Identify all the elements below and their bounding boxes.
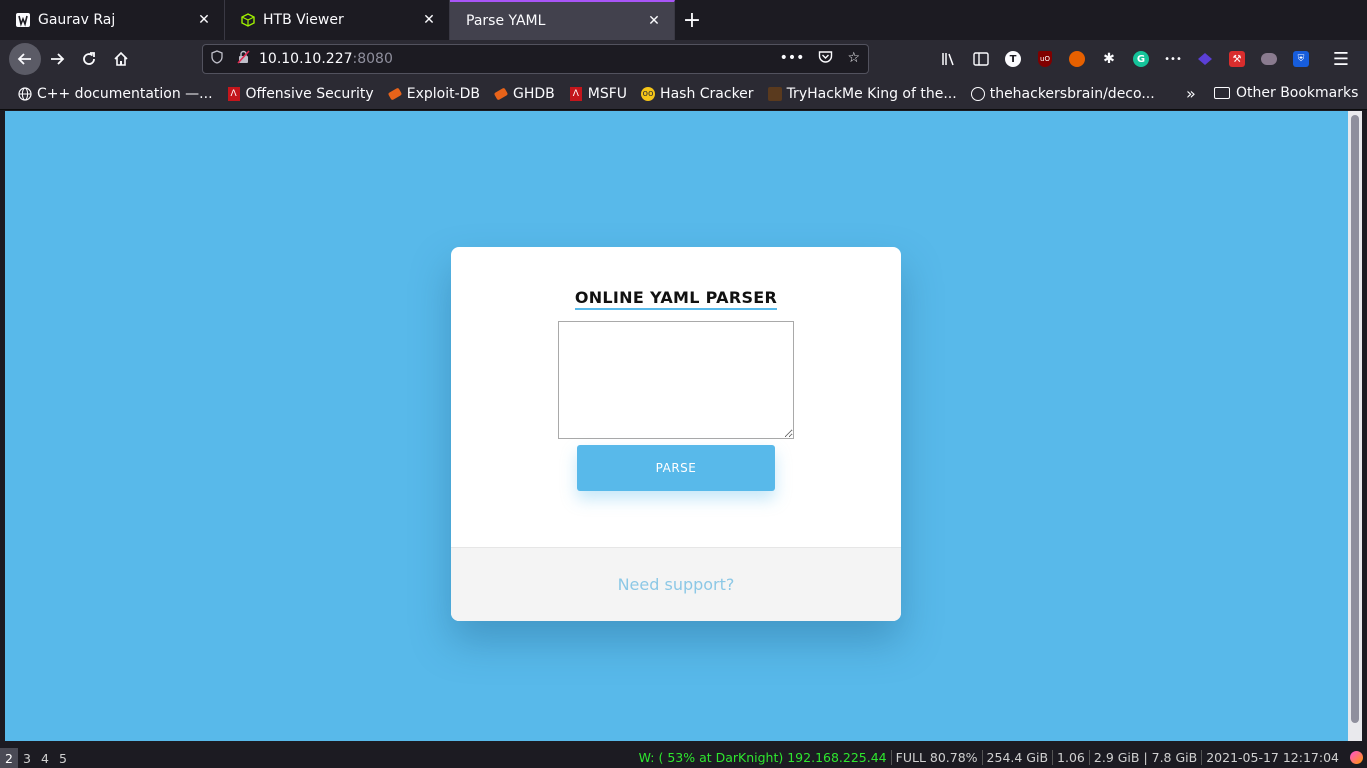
tray-app-icon[interactable] (1350, 751, 1363, 764)
tryhackme-icon (767, 86, 782, 101)
tab-title: HTB Viewer (263, 12, 344, 28)
bookmarks-overflow-icon[interactable]: » (1186, 84, 1196, 103)
disk-status: 254.4 GiB (983, 750, 1054, 765)
cookie-editor-icon[interactable] (1256, 46, 1282, 72)
memory-status: 2.9 GiB | 7.8 GiB (1090, 750, 1203, 765)
hamburger-menu-icon[interactable]: ☰ (1328, 46, 1354, 72)
offsec-icon: Λ (227, 86, 241, 101)
hacktools-icon[interactable]: ⚒ (1224, 46, 1250, 72)
bookmark-label: thehackersbrain/deco... (989, 85, 1155, 102)
battery-status: FULL 80.78% (892, 750, 983, 765)
bookmark-label: Hash Cracker (660, 85, 754, 102)
page-title: ONLINE YAML PARSER (574, 288, 778, 310)
bookmark-item[interactable]: Λ MSFU (569, 86, 627, 102)
cube-icon (241, 13, 255, 27)
layers-extension-icon[interactable] (1192, 46, 1218, 72)
back-button[interactable] (9, 43, 41, 75)
home-button[interactable] (105, 43, 137, 75)
bookmark-item[interactable]: C++ documentation —... (18, 86, 213, 102)
bookmark-item[interactable]: TryHackMe King of the... (767, 85, 957, 102)
tab-title: Parse YAML (466, 13, 546, 29)
home-icon (114, 51, 128, 66)
bookmark-item[interactable]: thehackersbrain/deco... (970, 85, 1155, 102)
navigation-bar: 10.10.10.227:8080 ••• ☆ T uO ✱ G ••• ⚒ ⛨… (0, 40, 1367, 78)
bookmark-label: GHDB (513, 85, 555, 102)
github-icon (970, 86, 985, 101)
need-support-link[interactable]: Need support? (618, 575, 735, 594)
new-tab-button[interactable]: + (675, 0, 709, 40)
url-port: :8080 (352, 51, 393, 67)
other-bookmarks-folder[interactable]: Other Bookmarks (1214, 85, 1358, 101)
bookmark-item[interactable]: Exploit-DB (387, 85, 481, 102)
translate-extension-icon[interactable]: T (1000, 46, 1026, 72)
url-host: 10.10.10.227 (259, 51, 353, 67)
datetime-status: 2021-05-17 12:17:04 (1206, 750, 1339, 765)
arrow-right-icon (51, 53, 65, 65)
wifi-status: W: ( 53% at DarKnight) 192.168.225.44 (635, 750, 892, 765)
other-bookmarks-label: Other Bookmarks (1236, 85, 1359, 101)
workspace-button[interactable]: 5 (54, 748, 72, 768)
ghdb-icon (493, 87, 509, 101)
workspace-button[interactable]: 3 (18, 748, 36, 768)
globe-icon (18, 86, 32, 101)
bookmarks-toolbar: C++ documentation —... Λ Offensive Secur… (0, 78, 1367, 110)
tab-favicon-icon (16, 13, 30, 27)
tab-htb-viewer[interactable]: HTB Viewer ✕ (225, 0, 450, 40)
workspace-button[interactable]: 4 (36, 748, 54, 768)
workspace-button[interactable]: 2 (0, 748, 18, 768)
page-content: ONLINE YAML PARSER PARSE Need support? (5, 111, 1348, 741)
yaml-input[interactable] (558, 321, 794, 439)
hash-cracker-icon: oo (641, 86, 656, 101)
bitwarden-icon[interactable]: ⛨ (1288, 46, 1314, 72)
exploitdb-icon (387, 87, 402, 101)
folder-icon (1214, 87, 1230, 99)
foxyproxy-icon[interactable] (1064, 46, 1090, 72)
bookmark-star-icon[interactable]: ☆ (847, 50, 860, 68)
dots-extension-icon[interactable]: ••• (1160, 46, 1186, 72)
address-bar[interactable]: 10.10.10.227:8080 ••• ☆ (202, 44, 869, 74)
bookmark-item[interactable]: Λ Offensive Security (227, 86, 374, 102)
close-tab-icon[interactable]: ✕ (196, 12, 212, 28)
tracking-shield-icon[interactable] (211, 50, 227, 68)
insecure-lock-icon[interactable] (237, 50, 253, 68)
bookmark-label: MSFU (587, 85, 628, 102)
reload-button[interactable] (73, 43, 105, 75)
desktop-status-bar: 2 3 4 5 W: ( 53% at DarKnight) 192.168.2… (0, 748, 1367, 768)
forward-button[interactable] (41, 43, 73, 75)
vertical-scrollbar[interactable] (1348, 111, 1362, 741)
close-tab-icon[interactable]: ✕ (421, 12, 437, 28)
grammarly-icon[interactable]: G (1128, 46, 1154, 72)
bookmark-label: Exploit-DB (406, 85, 481, 102)
library-icon[interactable] (936, 46, 962, 72)
page-actions-icon[interactable]: ••• (780, 50, 805, 68)
bookmark-label: Offensive Security (245, 85, 374, 102)
bookmark-label: TryHackMe King of the... (786, 85, 957, 102)
tab-parse-yaml[interactable]: Parse YAML ✕ (450, 0, 675, 40)
card-footer: Need support? (451, 547, 901, 621)
wappalyzer-icon[interactable]: ✱ (1096, 46, 1122, 72)
pocket-icon[interactable] (818, 50, 833, 68)
status-info: W: ( 53% at DarKnight) 192.168.225.44 FU… (635, 750, 1343, 765)
scrollbar-thumb[interactable] (1351, 115, 1359, 723)
extensions-toolbar: T uO ✱ G ••• ⚒ ⛨ (936, 46, 1314, 72)
sidebar-icon[interactable] (968, 46, 994, 72)
load-status: 1.06 (1053, 750, 1090, 765)
msfu-icon: Λ (569, 86, 583, 101)
tab-gaurav-raj[interactable]: Gaurav Raj ✕ (0, 0, 225, 40)
reload-icon (83, 52, 95, 65)
ublock-origin-icon[interactable]: uO (1032, 46, 1058, 72)
parse-button[interactable]: PARSE (577, 445, 775, 491)
bookmark-item[interactable]: oo Hash Cracker (641, 86, 754, 102)
page-title-wrapper: ONLINE YAML PARSER (451, 288, 901, 310)
arrow-left-icon (17, 53, 31, 65)
bookmark-label: C++ documentation —... (37, 85, 213, 102)
tab-strip: Gaurav Raj ✕ HTB Viewer ✕ Parse YAML ✕ + (0, 0, 1367, 40)
bookmark-item[interactable]: GHDB (493, 85, 555, 102)
close-tab-icon[interactable]: ✕ (646, 13, 662, 29)
parser-card: ONLINE YAML PARSER PARSE Need support? (451, 247, 901, 621)
tab-title: Gaurav Raj (38, 12, 116, 28)
